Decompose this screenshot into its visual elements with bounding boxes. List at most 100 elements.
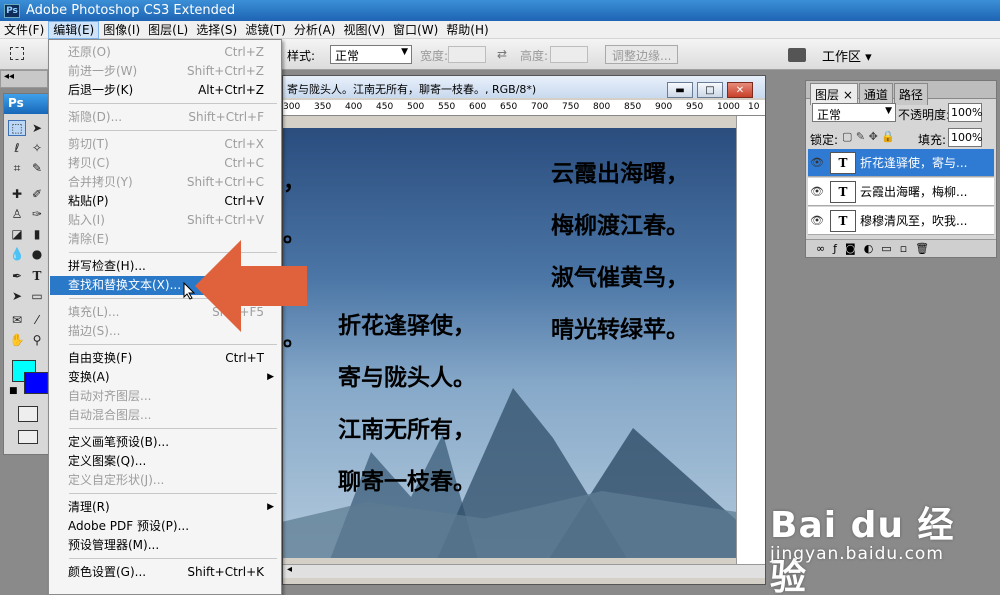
- horizontal-scrollbar[interactable]: ◂: [283, 564, 765, 578]
- layer-row[interactable]: 👁 T 折花逢驿使，寄与...: [808, 149, 994, 177]
- edit-menu-item-shortcut: Shift+Ctrl+V: [187, 213, 264, 227]
- maximize-icon[interactable]: □: [697, 82, 723, 98]
- edit-menu-item-label: 变换(A): [68, 370, 110, 384]
- blur-tool-icon[interactable]: 💧: [8, 246, 26, 262]
- menu-5[interactable]: 滤镜(T): [241, 21, 290, 39]
- edit-menu-item[interactable]: 颜色设置(G)... Shift+Ctrl+K: [50, 563, 280, 582]
- width-field[interactable]: [448, 46, 486, 63]
- edit-menu-item[interactable]: 变换(A) ▶: [50, 368, 280, 387]
- slice-tool-icon[interactable]: ✎: [28, 160, 46, 176]
- gradient-tool-icon[interactable]: ▮: [28, 226, 46, 242]
- edit-menu-item-shortcut: Ctrl+Z: [224, 45, 264, 59]
- history-brush-icon[interactable]: ✑: [28, 206, 46, 222]
- workspace-button[interactable]: 工作区 ▾: [822, 46, 872, 65]
- image-canvas[interactable]: ，。，。 云霞出海曙，梅柳渡江春。淑气催黄鸟，晴光转绿苹。 折花逢驿使，寄与陇头…: [283, 128, 736, 558]
- eyedropper-icon[interactable]: ⁄: [28, 312, 46, 328]
- menu-8[interactable]: 窗口(W): [389, 21, 442, 39]
- submenu-arrow-icon: ▶: [267, 502, 274, 512]
- quick-mask-icon[interactable]: [18, 406, 38, 422]
- edit-menu-item[interactable]: 自由变换(F) Ctrl+T: [50, 349, 280, 368]
- edit-menu-item-label: 前进一步(W): [68, 64, 138, 78]
- height-label: 高度:: [520, 49, 549, 63]
- vertical-scrollbar[interactable]: [736, 116, 765, 564]
- edit-menu-item[interactable]: 清理(R) ▶: [50, 498, 280, 517]
- style-select[interactable]: 正常 ▼: [330, 45, 412, 64]
- menu-2[interactable]: 图像(I): [99, 21, 144, 39]
- menu-4[interactable]: 选择(S): [192, 21, 241, 39]
- edit-menu-item[interactable]: 后退一步(K) Alt+Ctrl+Z: [50, 81, 280, 100]
- layers-tab[interactable]: 路径: [893, 83, 928, 105]
- clone-stamp-icon[interactable]: ♙: [8, 206, 26, 222]
- toolbox-collapse-icon[interactable]: ◂◂: [0, 70, 48, 88]
- blend-mode-select[interactable]: 正常 ▼: [812, 103, 896, 122]
- edit-menu-item[interactable]: Adobe PDF 预设(P)...: [50, 517, 280, 536]
- healing-brush-icon[interactable]: ✚: [8, 186, 26, 202]
- app-title: Adobe Photoshop CS3 Extended: [26, 3, 236, 18]
- minimize-icon[interactable]: ▬: [667, 82, 693, 98]
- edit-menu-item-label: 自动混合图层...: [68, 408, 152, 422]
- type-tool-icon[interactable]: T: [28, 268, 46, 284]
- eraser-tool-icon[interactable]: ◪: [8, 226, 26, 242]
- pen-tool-icon[interactable]: ✒: [8, 268, 26, 284]
- magic-wand-icon[interactable]: ✧: [28, 140, 46, 156]
- shape-tool-icon[interactable]: ▭: [28, 288, 46, 304]
- edit-menu-item: 自动混合图层...: [50, 406, 280, 425]
- dodge-tool-icon[interactable]: ●: [28, 246, 46, 262]
- menu-9[interactable]: 帮助(H): [442, 21, 492, 39]
- menu-1[interactable]: 编辑(E): [48, 20, 100, 39]
- layers-footer-icons[interactable]: ∞ƒ◙◐▭▫🗑: [806, 239, 996, 257]
- edit-menu-item[interactable]: 定义图案(Q)...: [50, 452, 280, 471]
- swap-icon[interactable]: ⇄: [497, 47, 507, 61]
- menu-7[interactable]: 视图(V): [339, 21, 389, 39]
- ruler-tick-label: 550: [438, 102, 456, 112]
- edit-menu-item[interactable]: 粘贴(P) Ctrl+V: [50, 192, 280, 211]
- horizontal-ruler: 300 350 400 450 500 550 600 650 700 750 800 850 900 9…: [283, 100, 765, 116]
- edit-menu-item-label: 清除(E): [68, 232, 109, 246]
- marquee-tool-icon[interactable]: ⬚: [8, 120, 26, 136]
- hand-tool-icon[interactable]: ✋: [8, 332, 26, 348]
- edit-menu-item[interactable]: 预设管理器(M)...: [50, 536, 280, 555]
- text-layer-thumbnail-icon: T: [830, 209, 856, 232]
- zoom-tool-icon[interactable]: ⚲: [28, 332, 46, 348]
- default-colors-icon[interactable]: ■: [9, 386, 18, 396]
- poem-line: 晴光转绿苹。: [551, 316, 689, 343]
- background-color-swatch[interactable]: [24, 372, 48, 394]
- path-selection-icon[interactable]: ➤: [8, 288, 26, 304]
- move-tool-icon[interactable]: ➤: [28, 120, 46, 136]
- eye-icon[interactable]: 👁: [808, 185, 826, 198]
- menu-0[interactable]: 文件(F): [0, 21, 48, 39]
- layers-tab[interactable]: 图层 ×: [810, 83, 858, 105]
- edit-menu-item[interactable]: 定义画笔预设(B)...: [50, 433, 280, 452]
- edit-menu-item-label: 描边(S)...: [68, 324, 121, 338]
- bridge-icon[interactable]: [788, 48, 806, 62]
- eye-icon[interactable]: 👁: [808, 156, 826, 169]
- menu-separator: [69, 130, 277, 131]
- layer-row[interactable]: 👁 T 穆穆清风至，吹我...: [808, 207, 994, 235]
- eye-icon[interactable]: 👁: [808, 214, 826, 227]
- menu-6[interactable]: 分析(A): [290, 21, 340, 39]
- close-icon[interactable]: ✕: [727, 82, 753, 98]
- poem-right-text: 云霞出海曙， 梅柳渡江春。 淑气催黄鸟， 晴光转绿苹。: [551, 148, 689, 356]
- opacity-field[interactable]: 100%: [948, 103, 982, 122]
- edit-menu-item: 定义自定形状(J)...: [50, 471, 280, 490]
- refine-edge-button[interactable]: 调整边缘...: [605, 45, 679, 64]
- marquee-tool-icon[interactable]: [10, 47, 24, 60]
- menu-3[interactable]: 图层(L): [144, 21, 192, 39]
- layer-row[interactable]: 👁 T 云霞出海曙，梅柳...: [808, 178, 994, 206]
- document-window: 寄与陇头人。江南无所有，聊寄一枝春。, RGB/8*) ▬ □ ✕ 300 350…: [282, 75, 766, 585]
- layers-tab[interactable]: 通道: [858, 83, 893, 105]
- screen-mode-icon[interactable]: [18, 430, 38, 444]
- fill-field[interactable]: 100%: [948, 128, 982, 147]
- lock-icons[interactable]: ▢ ✎ ✥ 🔒: [842, 130, 895, 143]
- crop-tool-icon[interactable]: ⌗: [8, 160, 26, 176]
- height-field[interactable]: [550, 46, 588, 63]
- edit-menu-item-shortcut: Shift+Ctrl+F: [188, 110, 264, 124]
- brush-tool-icon[interactable]: ✐: [28, 186, 46, 202]
- menu-separator: [69, 493, 277, 494]
- edit-menu-item-shortcut: Ctrl+X: [224, 137, 264, 151]
- poem-line: 云霞出海曙，: [551, 160, 689, 187]
- edit-menu-item-label: 渐隐(D)...: [68, 110, 123, 124]
- notes-tool-icon[interactable]: ✉: [8, 312, 26, 328]
- lasso-tool-icon[interactable]: ℓ: [8, 140, 26, 156]
- scroll-left-icon[interactable]: ◂: [287, 564, 292, 575]
